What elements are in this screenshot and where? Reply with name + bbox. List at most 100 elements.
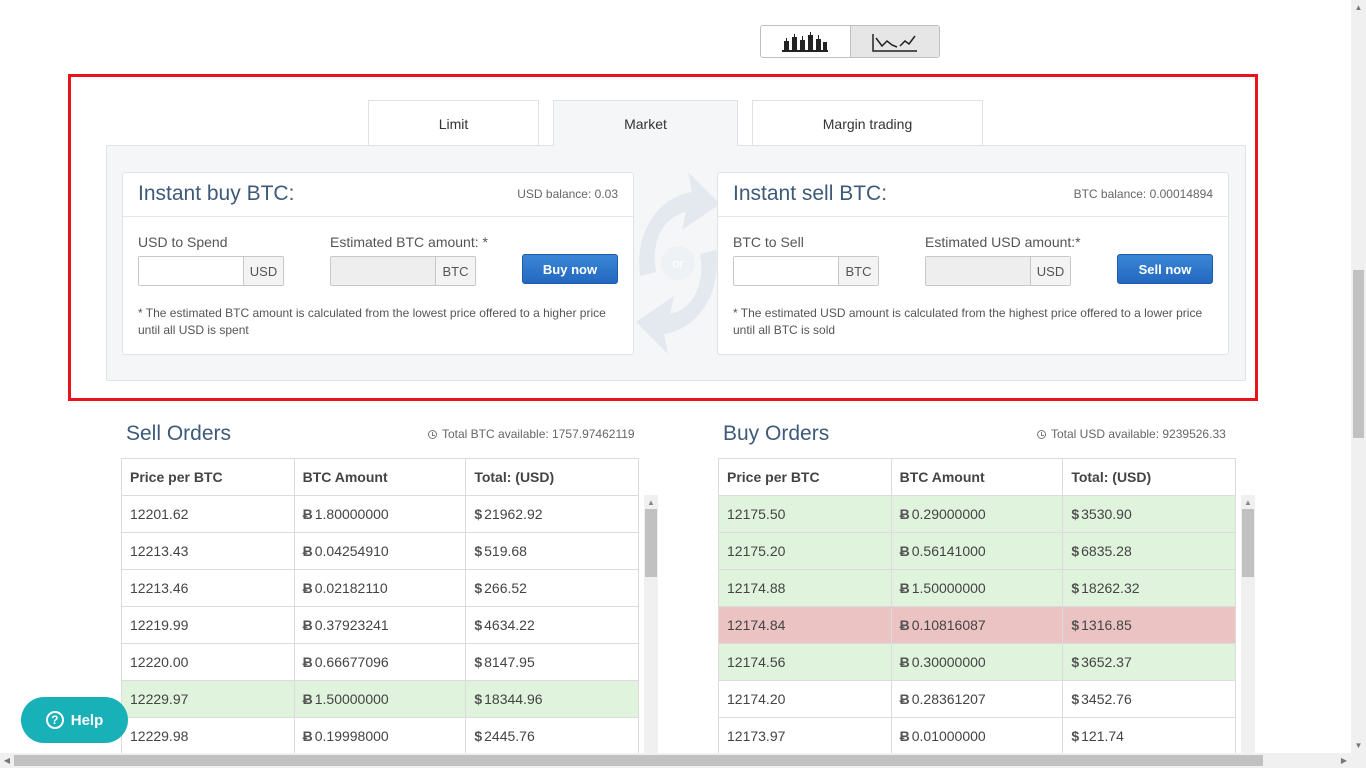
scroll-down-icon[interactable]: ▼ — [1351, 738, 1366, 752]
price-cell: 12174.88 — [718, 569, 892, 607]
price-cell: 12219.99 — [121, 606, 295, 644]
column-header-total: Total: (USD) — [465, 458, 639, 496]
bitcoin-symbol: Ƀ — [899, 543, 910, 559]
table-row[interactable]: 12229.97 Ƀ 1.50000000 $18344.96 — [121, 680, 639, 718]
scroll-thumb[interactable] — [645, 509, 657, 577]
page-scroll-thumb[interactable] — [1353, 270, 1364, 438]
table-row[interactable]: 12175.50 Ƀ 0.29000000 $3530.90 — [718, 495, 1236, 533]
column-header-price: Price per BTC — [121, 458, 295, 496]
price-cell-value: 12174.20 — [727, 691, 786, 707]
amount-cell: Ƀ 1.80000000 — [293, 495, 467, 533]
page-hscroll-thumb[interactable] — [14, 755, 1263, 766]
clock-icon — [428, 429, 437, 439]
scroll-up-icon[interactable]: ▲ — [1351, 0, 1366, 14]
dollar-symbol: $ — [1071, 506, 1080, 522]
amount-cell: Ƀ 0.37923241 — [293, 606, 467, 644]
amount-cell: Ƀ 0.66677096 — [293, 643, 467, 681]
price-cell-value: 12213.46 — [130, 580, 189, 596]
sell-orders-total-text: Total BTC available: 1757.97462119 — [442, 427, 635, 441]
price-cell: 12175.50 — [718, 495, 892, 533]
scroll-right-icon[interactable]: ▶ — [1337, 753, 1351, 768]
table-row[interactable]: 12174.56 Ƀ 0.30000000 $3652.37 — [718, 643, 1236, 681]
table-row[interactable]: 12201.62 Ƀ 1.80000000 $21962.92 — [121, 495, 639, 533]
bitcoin-symbol: Ƀ — [302, 580, 313, 596]
table-row[interactable]: 12213.43 Ƀ 0.04254910 $519.68 — [121, 532, 639, 570]
total-cell: $3652.37 — [1062, 643, 1236, 681]
bitcoin-symbol: Ƀ — [302, 691, 313, 707]
dollar-symbol: $ — [474, 580, 483, 596]
buy-orders-scrollbar[interactable]: ▲ — [1241, 495, 1255, 757]
amount-cell-value: 0.28361207 — [911, 691, 986, 707]
price-cell-value: 12175.50 — [727, 506, 786, 522]
sell-orders-title: Sell Orders — [126, 422, 232, 445]
table-row[interactable]: 12174.20 Ƀ 0.28361207 $3452.76 — [718, 680, 1236, 718]
line-chart-button[interactable] — [849, 26, 939, 57]
dollar-symbol: $ — [474, 506, 483, 522]
amount-cell: Ƀ 0.28361207 — [890, 680, 1064, 718]
price-cell: 12174.84 — [718, 606, 892, 644]
dollar-symbol: $ — [1071, 580, 1080, 596]
scroll-thumb[interactable] — [1242, 509, 1254, 577]
amount-cell-value: 0.29000000 — [911, 506, 986, 522]
price-cell: 12213.43 — [121, 532, 295, 570]
dollar-symbol: $ — [474, 543, 483, 559]
total-cell-value: 18344.96 — [484, 691, 543, 707]
price-cell-value: 12174.88 — [727, 580, 786, 596]
buy-orders-title: Buy Orders — [723, 422, 830, 445]
line-chart-icon — [872, 33, 917, 52]
amount-cell: Ƀ 0.01000000 — [890, 717, 1064, 755]
price-cell-value: 12219.99 — [130, 617, 189, 633]
sell-orders-table: Price per BTC BTC Amount Total: (USD) 12… — [121, 458, 639, 755]
page-horizontal-scrollbar[interactable]: ◀ ▶ — [0, 753, 1366, 768]
table-row[interactable]: 12174.88 Ƀ 1.50000000 $18262.32 — [718, 569, 1236, 607]
table-row[interactable]: 12175.20 Ƀ 0.56141000 $6835.28 — [718, 532, 1236, 570]
amount-cell-value: 0.02182110 — [314, 580, 388, 596]
bitcoin-symbol: Ƀ — [899, 506, 910, 522]
dollar-symbol: $ — [474, 728, 483, 744]
amount-cell-value: 0.56141000 — [911, 543, 986, 559]
bitcoin-symbol: Ƀ — [899, 728, 910, 744]
bitcoin-symbol: Ƀ — [899, 580, 910, 596]
buy-orders-total: Total USD available: 9239526.33 — [1037, 427, 1226, 441]
candlestick-chart-button[interactable] — [761, 26, 850, 57]
help-button[interactable]: ? Help — [21, 697, 128, 743]
total-cell-value: 4634.22 — [484, 617, 535, 633]
scroll-left-icon[interactable]: ◀ — [0, 753, 14, 768]
total-cell: $18262.32 — [1062, 569, 1236, 607]
price-cell: 12175.20 — [718, 532, 892, 570]
scroll-up-icon[interactable]: ▲ — [1241, 495, 1255, 509]
table-row[interactable]: 12229.98 Ƀ 0.19998000 $2445.76 — [121, 717, 639, 755]
total-cell-value: 1316.85 — [1081, 617, 1132, 633]
table-row[interactable]: 12219.99 Ƀ 0.37923241 $4634.22 — [121, 606, 639, 644]
scroll-up-icon[interactable]: ▲ — [644, 495, 658, 509]
total-cell-value: 8147.95 — [484, 654, 535, 670]
total-cell: $121.74 — [1062, 717, 1236, 755]
total-cell: $519.68 — [465, 532, 639, 570]
table-row[interactable]: 12213.46 Ƀ 0.02182110 $266.52 — [121, 569, 639, 607]
total-cell: $266.52 — [465, 569, 639, 607]
table-row[interactable]: 12174.84 Ƀ 0.10816087 $1316.85 — [718, 606, 1236, 644]
bitcoin-symbol: Ƀ — [302, 654, 313, 670]
amount-cell-value: 0.01000000 — [911, 728, 986, 744]
column-header-price: Price per BTC — [718, 458, 892, 496]
table-row[interactable]: 12173.97 Ƀ 0.01000000 $121.74 — [718, 717, 1236, 755]
total-cell: $3452.76 — [1062, 680, 1236, 718]
sell-orders-scrollbar[interactable]: ▲ — [644, 495, 658, 757]
price-cell-value: 12174.84 — [727, 617, 786, 633]
dollar-symbol: $ — [474, 617, 483, 633]
amount-cell: Ƀ 1.50000000 — [293, 680, 467, 718]
total-cell-value: 18262.32 — [1081, 580, 1140, 596]
dollar-symbol: $ — [1071, 728, 1080, 744]
page-vertical-scrollbar[interactable]: ▲ ▼ — [1351, 0, 1366, 753]
table-row[interactable]: 12220.00 Ƀ 0.66677096 $8147.95 — [121, 643, 639, 681]
table-header-row: Price per BTC BTC Amount Total: (USD) — [121, 458, 639, 496]
amount-cell-value: 0.19998000 — [314, 728, 389, 744]
price-cell-value: 12201.62 — [130, 506, 189, 522]
candlestick-chart-icon — [782, 31, 829, 52]
price-cell: 12229.98 — [121, 717, 295, 755]
tab-market[interactable]: Market — [553, 100, 738, 146]
total-cell-value: 266.52 — [484, 580, 527, 596]
total-cell-value: 3530.90 — [1081, 506, 1132, 522]
price-cell: 12201.62 — [121, 495, 295, 533]
total-cell: $2445.76 — [465, 717, 639, 755]
